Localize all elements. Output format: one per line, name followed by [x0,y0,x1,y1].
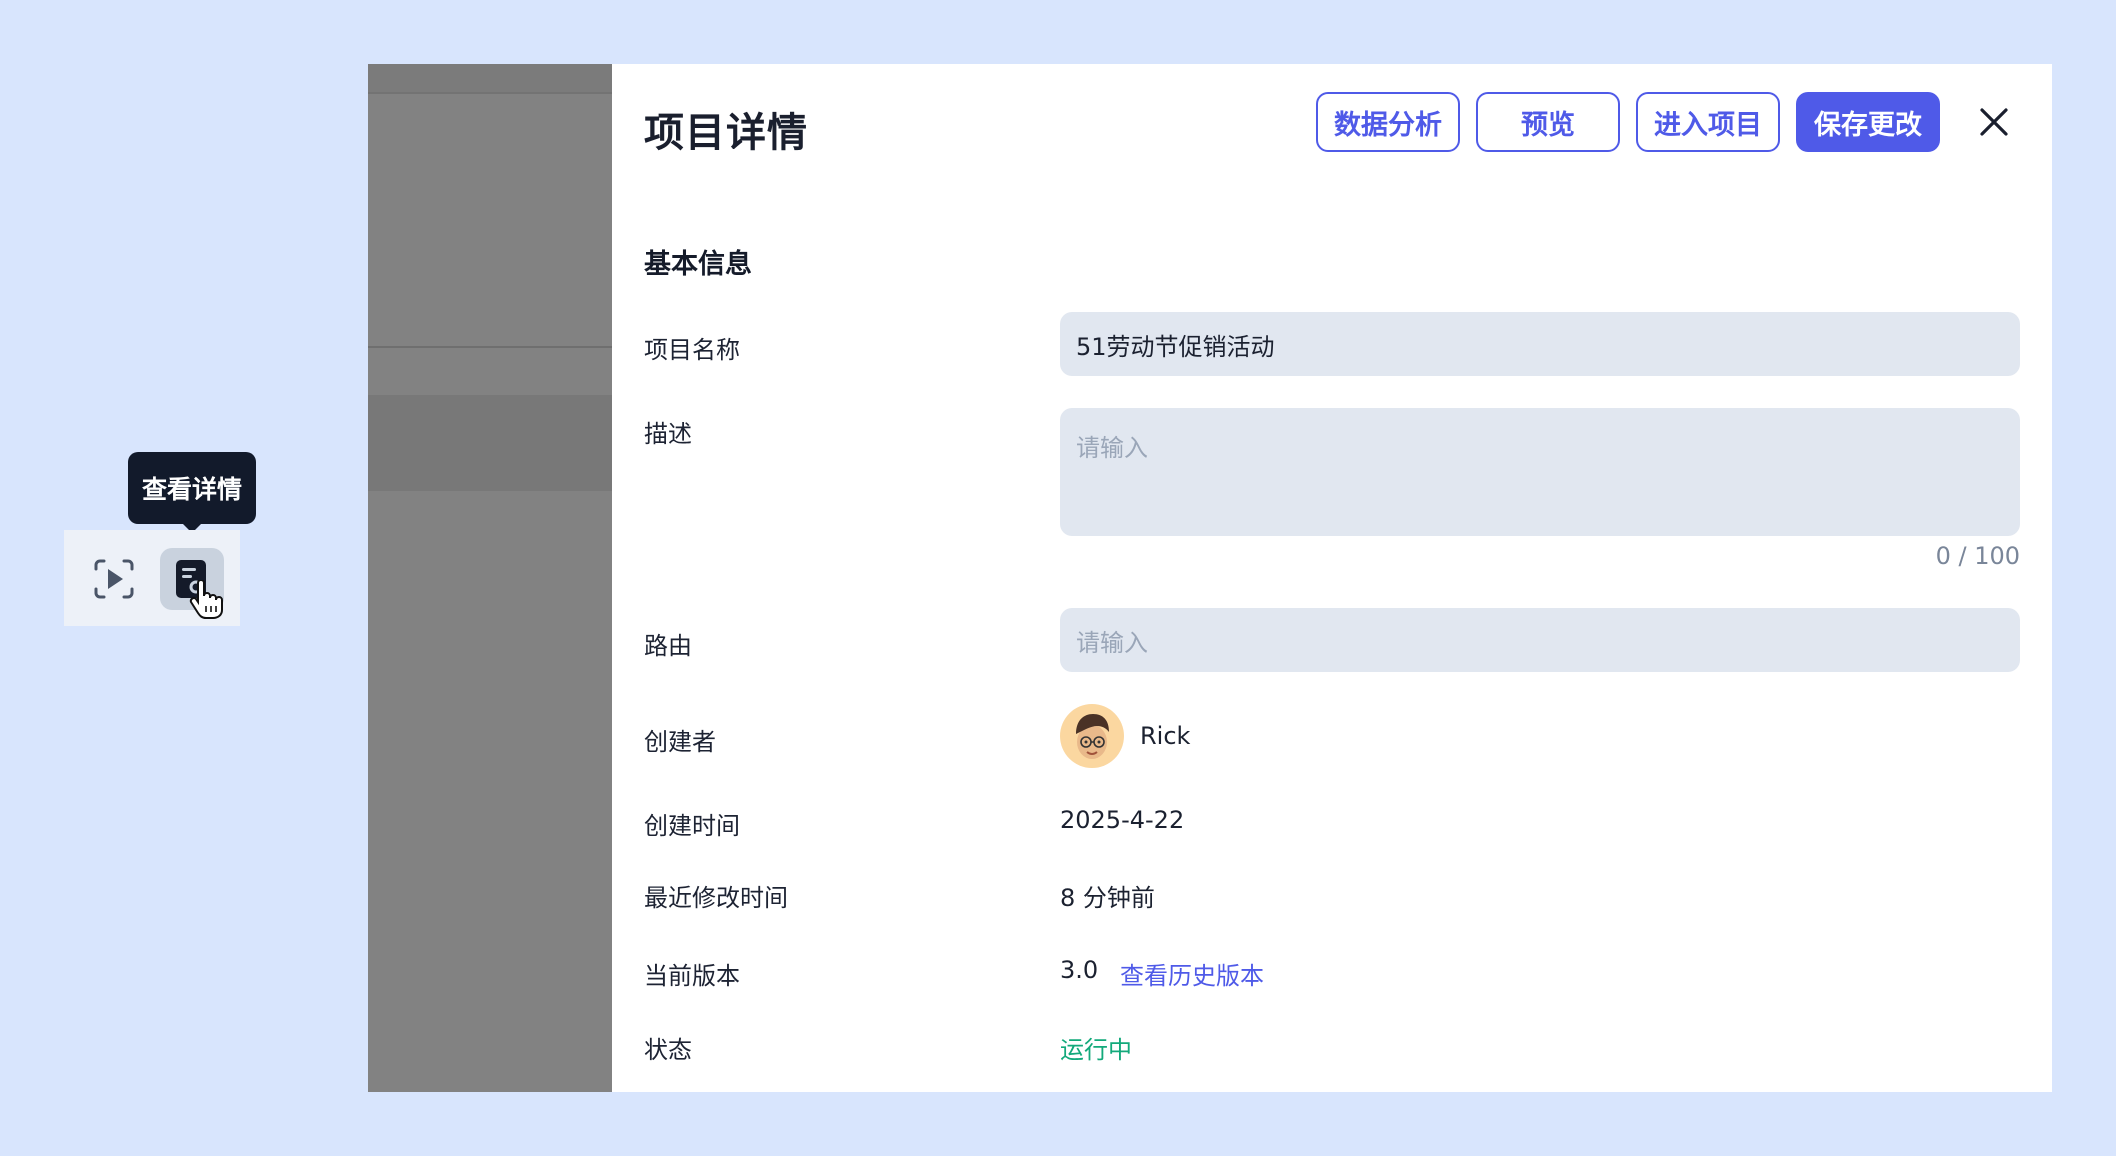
modified-time-value: 8 分钟前 [1060,884,1155,912]
avatar-face-icon [1076,714,1109,759]
version-label: 当前版本 [644,962,740,990]
name-label: 项目名称 [644,336,740,364]
preview-button[interactable]: 预览 [1476,92,1620,152]
creator-label: 创建者 [644,728,716,756]
creator-name: Rick [1140,722,1191,750]
background-selected-row [368,395,612,491]
status-label: 状态 [644,1036,692,1064]
created-time-value: 2025-4-22 [1060,806,1185,834]
drawer-title: 项目详情 [644,110,808,156]
close-icon[interactable] [1972,100,2016,144]
description-char-counter: 0 / 100 [1935,542,2020,570]
description-label: 描述 [644,420,692,448]
background-list-overlay [368,64,612,1092]
view-history-versions-link[interactable]: 查看历史版本 [1120,956,1264,991]
save-changes-button[interactable]: 保存更改 [1796,92,1940,152]
avatar [1060,704,1124,768]
section-basic-info: 基本信息 [644,249,752,280]
status-badge: 运行中 [1060,1036,1132,1064]
project-details-drawer: 项目详情 数据分析 预览 进入项目 保存更改 基本信息 项目名称 51劳动节促销… [612,64,2052,1092]
version-value: 3.0 [1060,956,1099,984]
route-label: 路由 [644,632,692,660]
description-textarea[interactable]: 请输入 [1060,408,2020,536]
data-analysis-button[interactable]: 数据分析 [1316,92,1460,152]
route-input[interactable]: 请输入 [1060,608,2020,672]
modified-time-label: 最近修改时间 [644,884,788,912]
tooltip-label: 查看详情 [141,475,242,504]
preview-play-button[interactable] [82,548,146,610]
enter-project-button[interactable]: 进入项目 [1636,92,1780,152]
tooltip-view-details: 查看详情 [128,452,256,533]
project-name-input[interactable]: 51劳动节促销活动 [1060,312,2020,376]
play-preview-icon [94,559,134,599]
background-divider [368,346,612,348]
background-header-strip [368,64,612,94]
created-time-label: 创建时间 [644,812,740,840]
pointer-cursor-icon [189,580,223,619]
